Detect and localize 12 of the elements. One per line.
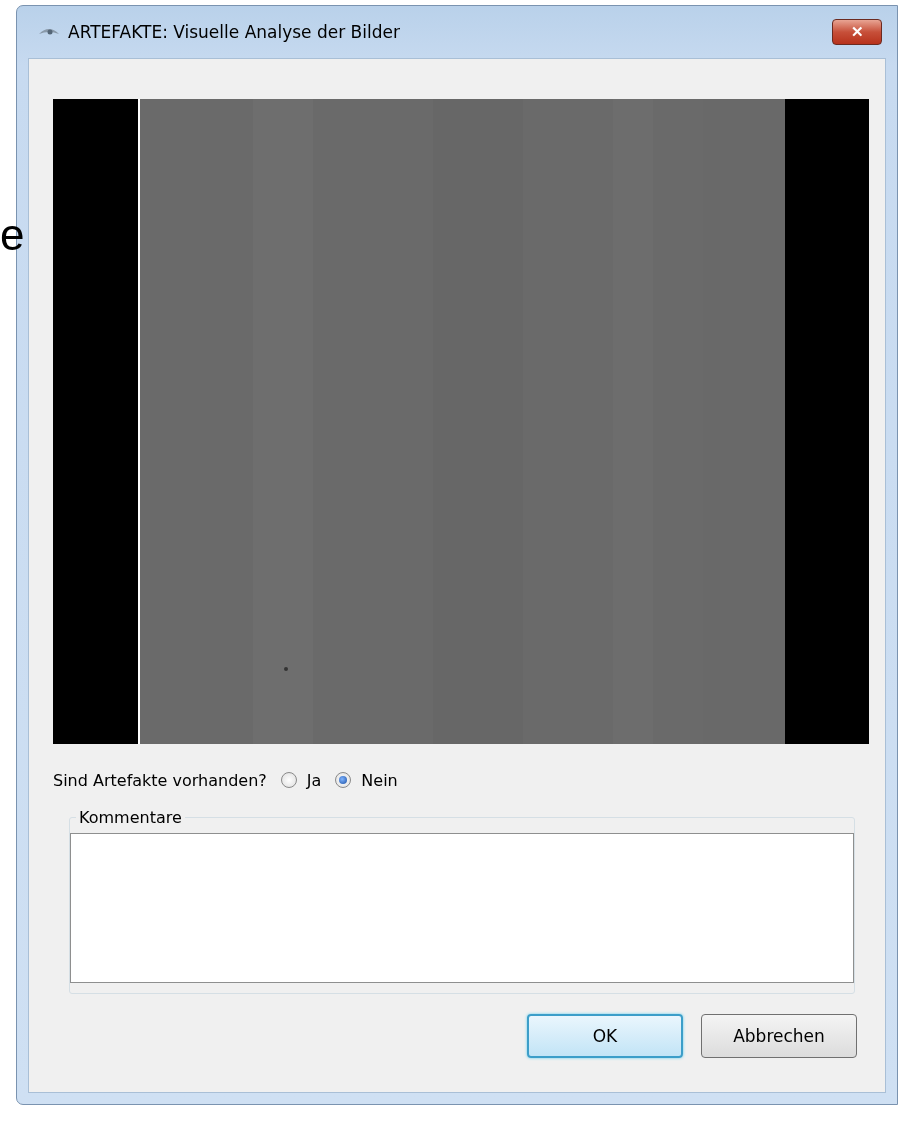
radio-option[interactable]: Ja	[280, 770, 322, 790]
window-title: ARTEFAKTE: Visuelle Analyse der Bilder	[68, 22, 401, 42]
group-legend: Kommentare	[76, 808, 185, 827]
close-button[interactable]: ✕	[832, 19, 882, 45]
comments-field[interactable]	[70, 833, 854, 983]
radio-button[interactable]	[335, 772, 352, 788]
radio-button[interactable]	[280, 772, 297, 788]
background-text: e	[0, 213, 25, 257]
ok-button[interactable]: OK	[527, 1014, 683, 1058]
question-label: Sind Artefakte vorhanden?	[53, 770, 267, 790]
radio-option[interactable]: Nein	[335, 770, 398, 790]
cancel-button[interactable]: Abbrechen	[701, 1014, 857, 1058]
